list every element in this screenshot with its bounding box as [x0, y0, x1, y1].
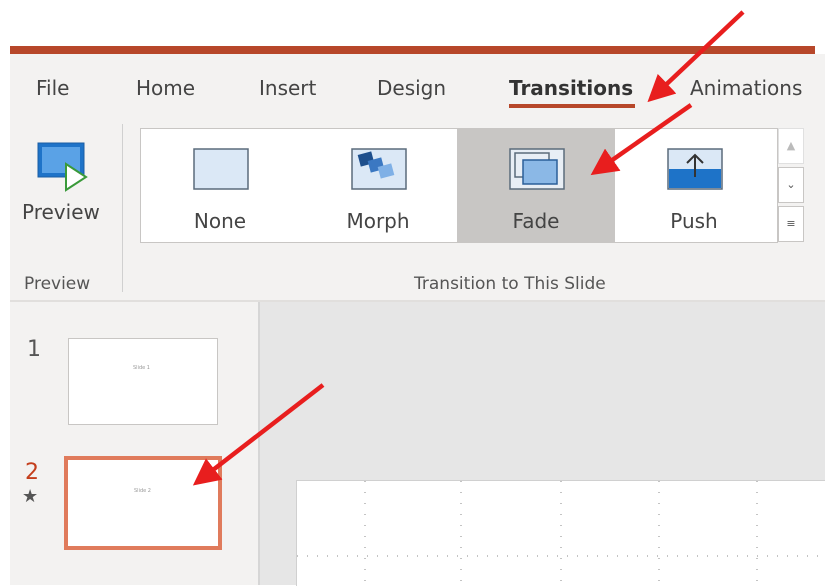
thumbnail-text: Slide 2 — [134, 488, 151, 494]
push-transition-icon — [667, 148, 723, 190]
chevron-down-icon: ⌄ — [786, 178, 796, 191]
title-bar-band — [10, 46, 815, 54]
morph-transition-icon — [351, 148, 407, 190]
gallery-scroll-controls: ▲ ⌄ ≡ — [778, 128, 804, 242]
tab-file[interactable]: File — [36, 76, 69, 100]
gallery-item-label: Morph — [346, 209, 410, 233]
gallery-item-morph[interactable]: Morph — [299, 129, 457, 242]
thumbnail-text: Slide 1 — [133, 365, 150, 371]
slide-thumbnail-2[interactable]: Slide 2 — [64, 456, 222, 550]
gallery-more-button[interactable]: ≡ — [778, 206, 804, 242]
slide-number-2: 2 — [25, 460, 39, 485]
slide-canvas[interactable] — [296, 480, 825, 586]
gallery-item-fade[interactable]: Fade — [457, 129, 615, 242]
preview-button[interactable]: Preview — [14, 130, 110, 240]
slide-thumbnail-1[interactable]: Slide 1 — [68, 338, 218, 425]
gallery-item-label: None — [193, 209, 247, 233]
slide-number-1: 1 — [27, 337, 41, 362]
none-transition-icon — [193, 148, 249, 190]
fade-transition-icon — [509, 148, 565, 190]
tab-animations[interactable]: Animations — [690, 76, 802, 100]
gallery-item-label: Fade — [512, 209, 560, 233]
gallery-item-none[interactable]: None — [141, 129, 299, 242]
preview-button-label: Preview — [22, 200, 100, 224]
preview-icon — [37, 142, 88, 192]
tab-design[interactable]: Design — [377, 76, 446, 100]
tab-insert[interactable]: Insert — [259, 76, 316, 100]
transition-group-label: Transition to This Slide — [414, 274, 606, 294]
chevron-up-icon: ▲ — [786, 139, 796, 152]
transition-star-icon: ★ — [22, 486, 39, 507]
tab-transitions[interactable]: Transitions — [509, 76, 633, 100]
gallery-item-push[interactable]: Push — [615, 129, 773, 242]
active-tab-indicator — [509, 104, 635, 108]
transition-gallery: None Morph Fade Push — [140, 128, 778, 243]
gallery-scroll-up-button[interactable]: ▲ — [778, 128, 804, 164]
tab-home[interactable]: Home — [136, 76, 195, 100]
gallery-scroll-down-button[interactable]: ⌄ — [778, 167, 804, 203]
slide-guides — [297, 481, 825, 586]
group-separator — [122, 124, 123, 292]
preview-group-label: Preview — [24, 274, 91, 294]
expand-more-icon: ≡ — [786, 217, 796, 230]
gallery-item-label: Push — [670, 209, 718, 233]
